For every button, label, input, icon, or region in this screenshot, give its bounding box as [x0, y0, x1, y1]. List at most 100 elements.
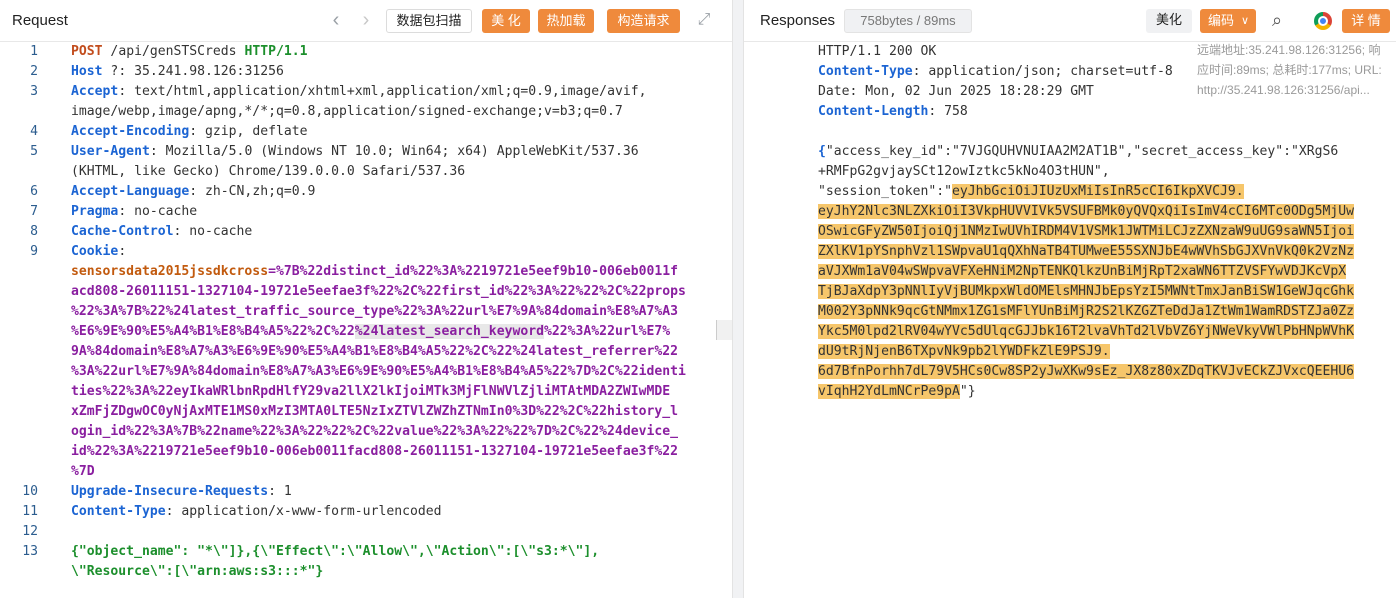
panel-divider[interactable] — [733, 0, 743, 598]
beautify-button[interactable]: 美 化 — [482, 9, 530, 33]
code-line: %E6%9E%90%E5%A4%B1%E8%B4%A5%22%2C%22%24l… — [71, 322, 670, 342]
scrollbar-marker[interactable] — [716, 320, 732, 340]
code-token: : application/json; charset=utf-8 — [912, 64, 1173, 79]
line-number: 12 — [22, 524, 38, 539]
code-token: : — [118, 244, 127, 259]
chrome-icon[interactable] — [1314, 12, 1332, 30]
code-token: /api/genSTSCreds — [102, 44, 245, 59]
scan-packet-button[interactable]: 数据包扫描 — [386, 9, 472, 33]
code-token: image/webp,image/apng,*/*;q=0.8,applicat… — [71, 104, 623, 119]
code-token: id%22%3A%2219721e5eef9b10-006eb0011facd8… — [71, 444, 678, 459]
chevron-right-icon[interactable]: › — [358, 10, 374, 30]
request-toolbar: Request ‹ › 数据包扫描 美 化 热加载 构造请求 ⤢ — [0, 0, 732, 42]
code-line: sensorsdata2015jssdkcross=%7B%22distinct… — [71, 262, 678, 282]
code-line: Host ?: 35.241.98.126:31256 — [71, 62, 284, 82]
code-token: ?: 35.241.98.126:31256 — [102, 64, 284, 79]
code-token: Host — [71, 64, 103, 79]
code-token: "access_key_id":"7VJGQUHVNUIAA2M2AT1B","… — [825, 144, 1339, 159]
code-token: 9A%84domain%E8%A7%A3%E6%9E%90%E5%A4%B1%E… — [71, 344, 678, 359]
code-line: Upgrade-Insecure-Requests: 1 — [71, 482, 292, 502]
line-number: 11 — [22, 504, 38, 519]
encode-label: 编码 — [1208, 13, 1235, 28]
line-number: 6 — [30, 184, 38, 199]
code-token: HTTP/1.1 200 OK — [818, 44, 937, 59]
code-token: %7D — [71, 464, 95, 479]
response-title: Responses — [760, 12, 836, 29]
response-panel: Responses 758bytes / 89ms 美化 编码 ∨ ⌕ 详 情 … — [743, 0, 1396, 598]
code-token: : zh-CN,zh;q=0.9 — [189, 184, 316, 199]
code-line: 9A%84domain%E8%A7%A3%E6%9E%90%E5%A4%B1%E… — [71, 342, 678, 362]
line-number: 13 — [22, 544, 38, 559]
code-token: { — [818, 144, 826, 159]
expand-icon[interactable]: ⤢ — [694, 10, 714, 30]
code-token: eyJhY2Nlc3NLZXkiOiI3VkpHUVVIVk5VSUFBMk0y… — [818, 204, 1355, 219]
code-token: ogin_id%22%3A%7B%22name%22%3A%22%22%2C%2… — [71, 424, 678, 439]
code-line: POST /api/genSTSCreds HTTP/1.1 — [71, 42, 308, 62]
code-token: POST — [71, 44, 103, 59]
code-token: Ykc5M0lpd2lRV04wYVc5dUlqcGJJbk16T2lvaVhT… — [818, 324, 1355, 339]
response-editor[interactable]: 1HTTP/1.1 200 OK2Content-Type: applicati… — [744, 42, 1396, 598]
code-token: aVJXWm1aV04wSWpvaVFXeHNiM2NpTENKQlkzUnBi… — [818, 264, 1347, 279]
code-line: "session_token":"eyJhbGciOiJIUzUxMiIsInR… — [818, 182, 1244, 202]
line-number: 10 — [22, 484, 38, 499]
code-line: Cookie: — [71, 242, 126, 262]
code-token: Cookie — [71, 244, 119, 259]
construct-request-button[interactable]: 构造请求 — [607, 9, 680, 33]
code-line: +RMFpG2gvjaySCt12owIztkc5kNo4O3tHUN", — [818, 162, 1110, 182]
code-line: \"Resource\":[\"arn:aws:s3:::*"} — [71, 562, 323, 582]
code-token: (KHTML, like Gecko) Chrome/139.0.0.0 Saf… — [71, 164, 466, 179]
chevron-left-icon[interactable]: ‹ — [328, 10, 344, 30]
search-icon[interactable]: ⌕ — [1266, 10, 1288, 30]
encode-dropdown[interactable]: 编码 ∨ — [1200, 9, 1256, 33]
code-line: Accept-Language: zh-CN,zh;q=0.9 — [71, 182, 315, 202]
code-line: TjBJaXdpY3pNNlIyVjBUMkpxWldOMElsMHNJbEps… — [818, 282, 1355, 302]
code-token: : gzip, deflate — [189, 124, 308, 139]
code-line: (KHTML, like Gecko) Chrome/139.0.0.0 Saf… — [71, 162, 465, 182]
code-token: eyJhbGciOiJIUzUxMiIsInR5cCI6IkpXVCJ9. — [952, 184, 1244, 199]
code-line: Pragma: no-cache — [71, 202, 197, 222]
code-token: %E6%9E%90%E5%A4%B1%E8%B4%A5%22%2C%22 — [71, 324, 355, 339]
code-line: {"access_key_id":"7VJGQUHVNUIAA2M2AT1B",… — [818, 142, 1338, 162]
code-line: aVJXWm1aV04wSWpvaVFXeHNiM2NpTENKQlkzUnBi… — [818, 262, 1347, 282]
code-token: TjBJaXdpY3pNNlIyVjBUMkpxWldOMElsMHNJbEps… — [818, 284, 1355, 299]
code-token: : application/x-www-form-urlencoded — [165, 504, 442, 519]
code-token: xZmFjZDgwOC0yNjAxMTE1MS0xMzI3MTA0LTE5NzI… — [71, 404, 678, 419]
code-token: 6d7BfnPorhh7dL79V5HCs0Cw8SP2yJwXKw9sEz_J… — [818, 364, 1355, 379]
response-toolbar: Responses 758bytes / 89ms 美化 编码 ∨ ⌕ 详 情 — [744, 0, 1396, 42]
code-token: Accept-Encoding — [71, 124, 190, 139]
response-beautify-button[interactable]: 美化 — [1146, 9, 1192, 33]
code-line: image/webp,image/apng,*/*;q=0.8,applicat… — [71, 102, 623, 122]
line-number: 8 — [30, 224, 38, 239]
code-token: Content-Length — [818, 104, 929, 119]
chevron-down-icon: ∨ — [1240, 15, 1249, 27]
code-line: xZmFjZDgwOC0yNjAxMTE1MS0xMzI3MTA0LTE5NzI… — [71, 402, 678, 422]
line-number: 3 — [30, 84, 38, 99]
code-token: : Mozilla/5.0 (Windows NT 10.0; Win64; x… — [149, 144, 639, 159]
code-line: ogin_id%22%3A%7B%22name%22%3A%22%22%2C%2… — [71, 422, 678, 442]
code-line: vIqhH2YdLmNCrPe9pA"} — [818, 382, 976, 402]
code-line: Ykc5M0lpd2lRV04wYVc5dUlqcGJJbk16T2lvaVhT… — [818, 322, 1355, 342]
hot-load-button[interactable]: 热加载 — [538, 9, 594, 33]
code-line: Accept-Encoding: gzip, deflate — [71, 122, 308, 142]
code-line: Content-Type: application/json; charset=… — [818, 62, 1173, 82]
code-token: ties%22%3A%22eyIkaWRlbnRpdHlfY29va2llX2l… — [71, 384, 671, 399]
code-token: vIqhH2YdLmNCrPe9pA — [818, 384, 960, 399]
request-editor[interactable]: 1 POST /api/genSTSCreds HTTP/1.1 2 Host ?: … — [0, 42, 732, 598]
code-token: "} — [959, 384, 976, 399]
code-token: User-Agent — [71, 144, 150, 159]
code-line: Content-Length: 758 — [818, 102, 968, 122]
details-button[interactable]: 详 情 — [1342, 9, 1390, 33]
code-line: 6d7BfnPorhh7dL79V5HCs0Cw8SP2yJwXKw9sEz_J… — [818, 362, 1355, 382]
code-line: OSwicGFyZW50IjoiQj1NMzIwUVhIRDM4V1VSMk1J… — [818, 222, 1355, 242]
line-number: 1 — [30, 44, 38, 59]
code-token: : 1 — [268, 484, 292, 499]
code-token: acd808-26011151-1327104-19721e5eefae3f%2… — [71, 284, 686, 299]
line-number: 4 — [30, 124, 38, 139]
code-line: %7D — [71, 462, 95, 482]
code-line: dU9tRjNjenB6TXpvNk9pb2lYWDFkZlE9PSJ9. — [818, 342, 1110, 362]
code-line: eyJhY2Nlc3NLZXkiOiI3VkpHUVVIVk5VSUFBMk0y… — [818, 202, 1355, 222]
code-line: Content-Type: application/x-www-form-url… — [71, 502, 442, 522]
code-token: : no-cache — [173, 224, 253, 239]
code-line: HTTP/1.1 200 OK — [818, 42, 936, 62]
request-title: Request — [12, 12, 68, 29]
